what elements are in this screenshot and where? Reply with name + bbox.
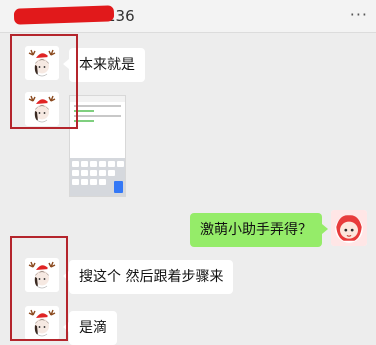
thumbnail-line <box>74 115 121 117</box>
thumbnail-status-bar <box>70 96 125 102</box>
more-dots-icon[interactable]: ··· <box>350 6 368 24</box>
message-bubble[interactable]: 本来就是 <box>63 48 145 82</box>
my-message-bubble[interactable]: 激萌小助手弄得？ <box>190 213 328 247</box>
message-text: 搜这个 然后跟着步骤来 <box>79 269 224 285</box>
message-text: 激萌小助手弄得？ <box>200 222 312 238</box>
thumbnail-line <box>74 105 121 107</box>
highlight-box <box>10 236 68 341</box>
highlight-box <box>10 34 78 129</box>
message-text: 是滴 <box>79 320 107 336</box>
message-bubble[interactable]: 是滴 <box>63 311 117 345</box>
chat-header: 136 ··· <box>0 0 376 33</box>
thumbnail-keyboard <box>70 158 125 196</box>
my-avatar[interactable] <box>331 210 367 246</box>
message-text: 本来就是 <box>79 57 135 73</box>
message-bubble[interactable]: 搜这个 然后跟着步骤来 <box>62 260 234 294</box>
